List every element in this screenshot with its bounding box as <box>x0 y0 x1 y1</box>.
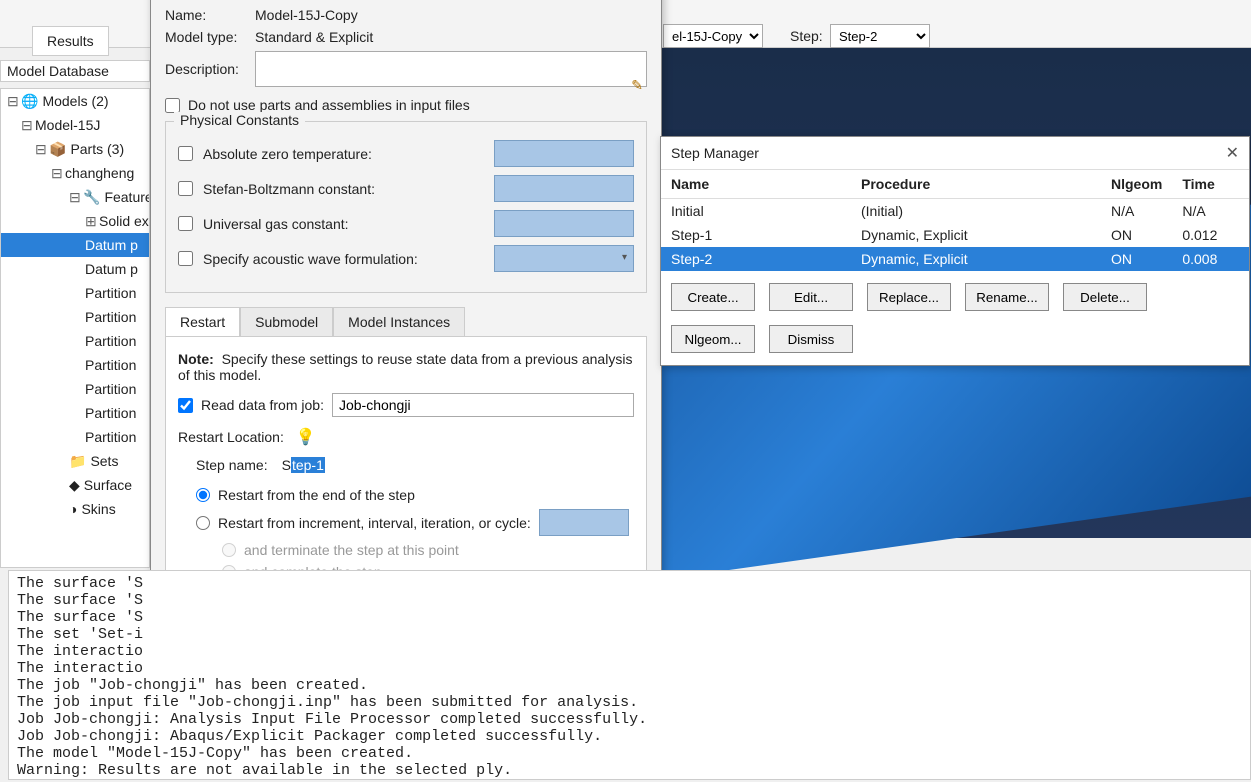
tree-features[interactable]: ⊟🔧 Features <box>1 185 149 209</box>
radio-terminate-label: and terminate the step at this point <box>244 542 459 558</box>
desc-label: Description: <box>165 61 255 77</box>
step-select[interactable]: Step-2 <box>830 24 930 48</box>
checkbox-abs-zero[interactable] <box>178 146 193 161</box>
tip-icon[interactable]: 💡 <box>296 427 316 447</box>
tree-feature-item[interactable]: Partition <box>1 401 149 425</box>
name-label: Name: <box>165 7 255 23</box>
restart-location-label: Restart Location: <box>178 429 284 445</box>
replace-button[interactable]: Replace... <box>867 283 951 311</box>
ugc-label: Universal gas constant: <box>203 216 484 232</box>
tree-feature-item[interactable]: ⊞Solid ex <box>1 209 149 233</box>
physical-constants-title: Physical Constants <box>174 112 305 128</box>
step-name-input[interactable]: Step-1 <box>276 453 634 477</box>
stepname-label: Step name: <box>196 457 268 473</box>
tree-sets[interactable]: 📁 Sets <box>1 449 149 473</box>
table-row[interactable]: Initial(Initial)N/AN/A <box>661 199 1249 224</box>
radio-terminate <box>222 543 236 557</box>
model-tree[interactable]: ⊟🌐 Models (2) ⊟Model-15J ⊟📦 Parts (3) ⊟c… <box>0 88 150 568</box>
tree-feature-item[interactable]: Partition <box>1 329 149 353</box>
radio-restart-end-label: Restart from the end of the step <box>218 487 415 503</box>
tree-feature-item[interactable]: Partition <box>1 425 149 449</box>
tree-parts[interactable]: ⊟📦 Parts (3) <box>1 137 149 161</box>
radio-restart-increment[interactable] <box>196 516 210 530</box>
tree-feature-item[interactable]: Datum p <box>1 257 149 281</box>
checkbox-acoustic[interactable] <box>178 251 193 266</box>
stefan-input[interactable] <box>494 175 634 202</box>
acoustic-label: Specify acoustic wave formulation: <box>203 251 484 267</box>
step-manager-title: Step Manager <box>671 145 759 161</box>
model-select[interactable]: el-15J-Copy <box>663 24 763 48</box>
tree-model[interactable]: ⊟Model-15J <box>1 113 149 137</box>
message-log[interactable]: The surface 'S The surface 'S The surfac… <box>8 570 1251 780</box>
description-input[interactable] <box>255 51 647 87</box>
col-procedure: Procedure <box>851 170 1101 199</box>
restart-note: Note: Specify these settings to reuse st… <box>178 351 634 383</box>
ugc-input[interactable] <box>494 210 634 237</box>
restart-tab-body: Note: Specify these settings to reuse st… <box>165 337 647 597</box>
tree-skins[interactable]: ◑ Skins <box>1 497 149 521</box>
checkbox-stefan[interactable] <box>178 181 193 196</box>
model-database-combo[interactable]: Model Database <box>0 60 150 82</box>
tab-submodel[interactable]: Submodel <box>240 307 333 336</box>
col-name: Name <box>661 170 851 199</box>
nlgeom-button[interactable]: Nlgeom... <box>671 325 755 353</box>
tree-surfaces[interactable]: ◆ Surface <box>1 473 149 497</box>
increment-input[interactable] <box>539 509 629 536</box>
read-data-label: Read data from job: <box>201 397 324 413</box>
tab-restart[interactable]: Restart <box>165 307 240 336</box>
col-nlgeom: Nlgeom <box>1101 170 1172 199</box>
tab-results[interactable]: Results <box>32 26 109 56</box>
edit-button[interactable]: Edit... <box>769 283 853 311</box>
dismiss-button[interactable]: Dismiss <box>769 325 853 353</box>
model-dialog-tabs: Restart Submodel Model Instances <box>165 307 647 337</box>
acoustic-select[interactable]: ▾ <box>494 245 634 272</box>
radio-restart-increment-label: Restart from increment, interval, iterat… <box>218 515 531 531</box>
step-manager-dialog: Step Manager ✕ Name Procedure Nlgeom Tim… <box>660 136 1250 366</box>
radio-restart-end[interactable] <box>196 488 210 502</box>
tree-feature-item[interactable]: Partition <box>1 377 149 401</box>
tree-models[interactable]: ⊟🌐 Models (2) <box>1 89 149 113</box>
tree-feature-item[interactable]: Partition <box>1 305 149 329</box>
col-time: Time <box>1172 170 1249 199</box>
rename-button[interactable]: Rename... <box>965 283 1049 311</box>
name-value: Model-15J-Copy <box>255 7 647 23</box>
tree-feature-item[interactable]: Partition <box>1 281 149 305</box>
tree-part-changheng[interactable]: ⊟changheng <box>1 161 149 185</box>
stefan-label: Stefan-Boltzmann constant: <box>203 181 484 197</box>
job-name-input[interactable] <box>332 393 634 417</box>
delete-button[interactable]: Delete... <box>1063 283 1147 311</box>
close-icon[interactable]: ✕ <box>1226 143 1239 163</box>
checkbox-read-data[interactable] <box>178 398 193 413</box>
table-row[interactable]: Step-1Dynamic, ExplicitON0.012 <box>661 223 1249 247</box>
type-value: Standard & Explicit <box>255 29 647 45</box>
table-row-selected[interactable]: Step-2Dynamic, ExplicitON0.008 <box>661 247 1249 271</box>
physical-constants-group: Physical Constants Absolute zero tempera… <box>165 121 647 293</box>
create-button[interactable]: Create... <box>671 283 755 311</box>
step-label: Step: <box>790 28 823 44</box>
dont-use-label: Do not use parts and assemblies in input… <box>188 97 470 113</box>
step-table[interactable]: Name Procedure Nlgeom Time Initial(Initi… <box>661 170 1249 271</box>
edit-description-icon[interactable]: ✎ <box>631 77 643 94</box>
abs-zero-label: Absolute zero temperature: <box>203 146 484 162</box>
type-label: Model type: <box>165 29 255 45</box>
tree-feature-item[interactable]: Partition <box>1 353 149 377</box>
tree-feature-datum-selected[interactable]: Datum p <box>1 233 149 257</box>
tab-model-instances[interactable]: Model Instances <box>333 307 465 336</box>
checkbox-dont-use-parts[interactable] <box>165 98 180 113</box>
checkbox-ugc[interactable] <box>178 216 193 231</box>
abs-zero-input[interactable] <box>494 140 634 167</box>
